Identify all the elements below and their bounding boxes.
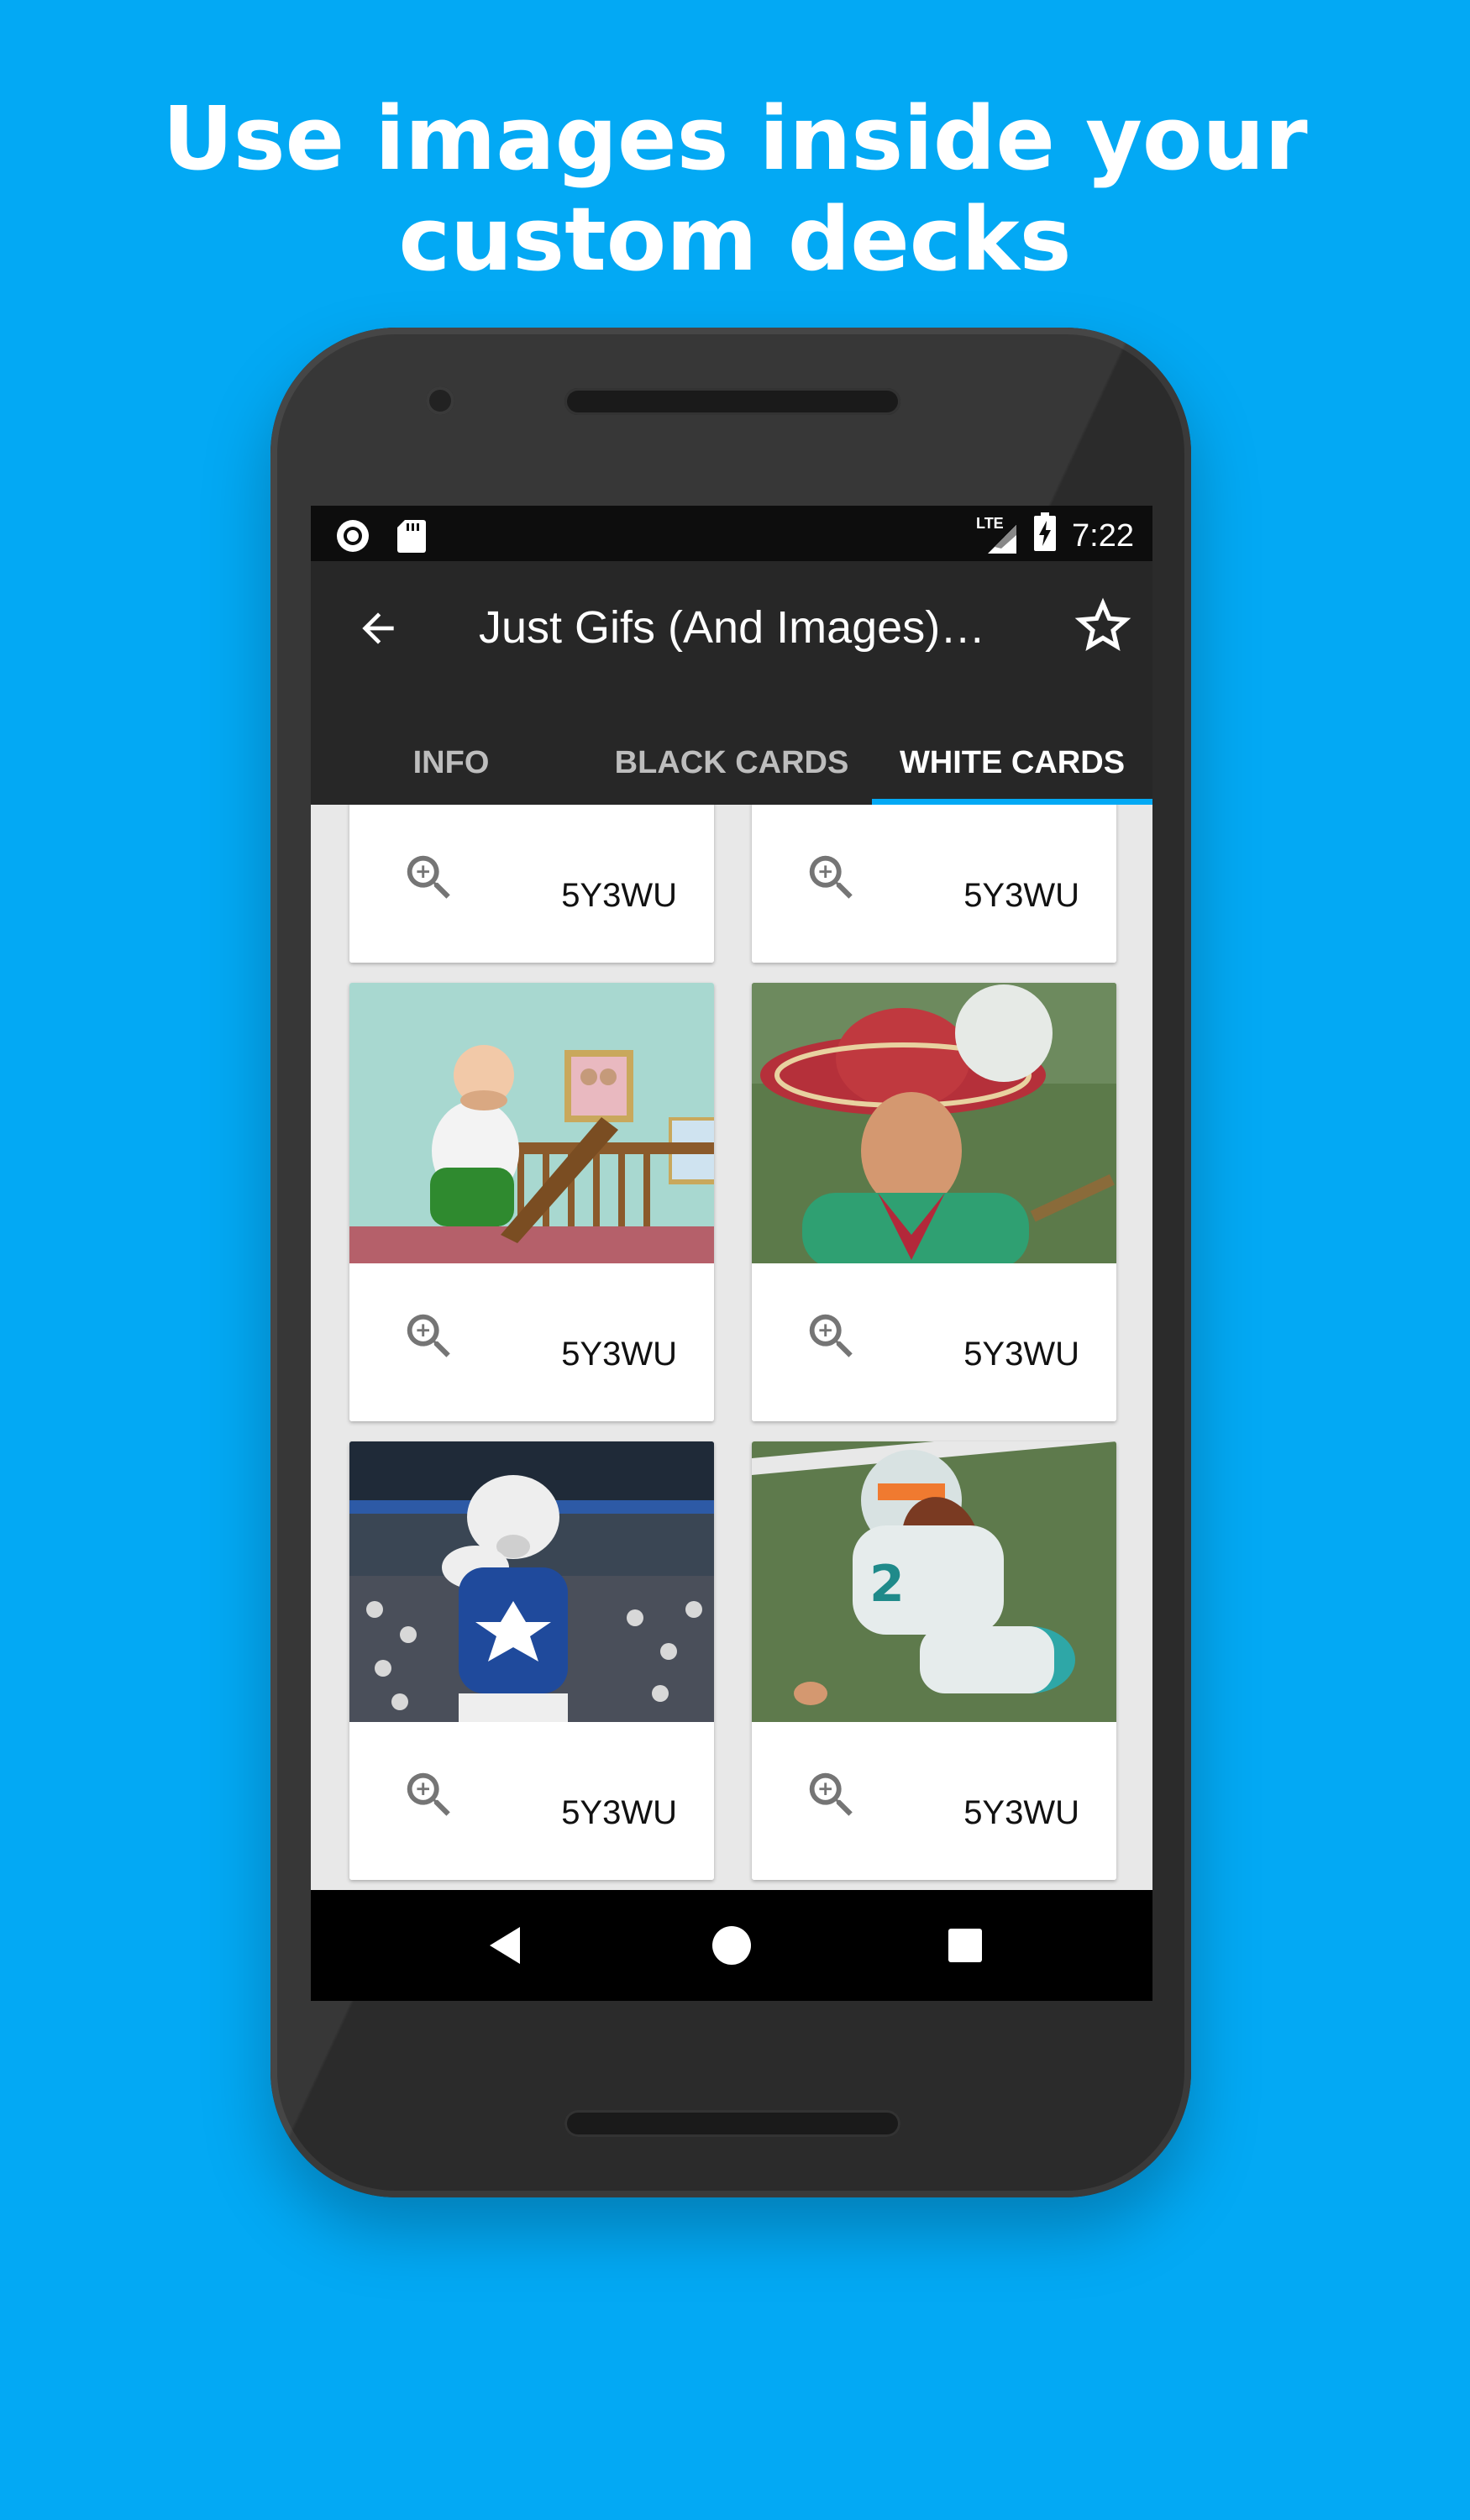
battery-charging-icon: [1033, 512, 1057, 559]
nav-back-button[interactable]: [480, 1920, 530, 1971]
tab-info[interactable]: INFO: [311, 721, 591, 805]
tab-bar: INFO BLACK CARDS WHITE CARDS: [311, 721, 1152, 805]
promo-headline: Use images inside your custom decks: [0, 88, 1470, 290]
zoom-in-icon: [407, 1772, 450, 1816]
zoom-in-icon: [407, 1314, 450, 1357]
card-image-football: 2: [752, 1441, 1116, 1722]
tab-black-cards[interactable]: BLACK CARDS: [591, 721, 872, 805]
zoom-in-icon: [809, 855, 853, 899]
white-card[interactable]: 2 5Y3WU: [752, 1441, 1116, 1880]
white-card[interactable]: 5Y3WU: [752, 983, 1116, 1421]
card-footer: 5Y3WU: [752, 805, 1116, 963]
card-code: 5Y3WU: [963, 877, 1079, 914]
white-card[interactable]: 5Y3WU: [349, 983, 714, 1421]
phone-screen: LTE 7:22 Just Gifs (And Images)… INFO BL…: [311, 506, 1152, 2001]
app-bar: Just Gifs (And Images)… INFO BLACK CARDS…: [311, 561, 1152, 805]
card-image-cartoon: [349, 983, 714, 1263]
status-left-icons: [334, 517, 427, 559]
zoom-in-button[interactable]: [400, 848, 459, 907]
promo-headline-line-2: custom decks: [398, 188, 1072, 291]
card-code: 5Y3WU: [561, 877, 677, 914]
nav-home-icon: [712, 1926, 751, 1965]
status-right-icons: LTE 7:22: [976, 512, 1134, 559]
lte-signal-icon: LTE: [976, 515, 1018, 557]
zoom-in-button[interactable]: [802, 1307, 861, 1366]
zoom-in-button[interactable]: [400, 1766, 459, 1824]
front-camera: [426, 386, 454, 415]
zoom-in-button[interactable]: [400, 1307, 459, 1366]
card-code: 5Y3WU: [963, 1794, 1079, 1831]
back-button[interactable]: [344, 595, 412, 662]
bottom-speaker: [564, 2110, 900, 2137]
deck-title: Just Gifs (And Images)…: [479, 602, 986, 653]
card-footer: 5Y3WU: [349, 1722, 714, 1880]
svg-text:2: 2: [869, 1555, 905, 1614]
zoom-in-button[interactable]: [802, 1766, 861, 1824]
favorite-button[interactable]: [1067, 590, 1139, 662]
nav-home-button[interactable]: [706, 1920, 757, 1971]
phone-frame: LTE 7:22 Just Gifs (And Images)… INFO BL…: [270, 328, 1191, 2197]
card-footer: 5Y3WU: [752, 1263, 1116, 1421]
card-footer: 5Y3WU: [752, 1722, 1116, 1880]
promo-headline-line-1: Use images inside your: [162, 87, 1308, 190]
sd-card-icon: [396, 518, 427, 558]
white-card[interactable]: 5Y3WU: [349, 1441, 714, 1880]
zoom-in-icon: [407, 855, 450, 899]
card-image-mascot: [349, 1441, 714, 1722]
star-outline-icon: [1074, 597, 1131, 651]
record-icon: [334, 517, 371, 559]
top-speaker: [564, 388, 900, 415]
zoom-in-button[interactable]: [802, 848, 861, 907]
card-footer: 5Y3WU: [349, 1263, 714, 1421]
zoom-in-icon: [809, 1772, 853, 1816]
card-code: 5Y3WU: [561, 1336, 677, 1373]
nav-recents-button[interactable]: [940, 1920, 990, 1971]
white-card[interactable]: 5Y3WU: [349, 805, 714, 963]
card-code: 5Y3WU: [561, 1794, 677, 1831]
card-image-sombrero: [752, 983, 1116, 1263]
white-cards-grid[interactable]: 5Y3WU 5Y3WU 5Y3WU 5Y3WU 5Y3WU 2 5Y3WU: [311, 805, 1152, 1890]
card-footer: 5Y3WU: [349, 805, 714, 963]
nav-back-icon: [490, 1927, 520, 1964]
tab-white-cards[interactable]: WHITE CARDS: [872, 721, 1152, 805]
nav-recents-icon: [948, 1929, 982, 1962]
white-card[interactable]: 5Y3WU: [752, 805, 1116, 963]
status-bar: LTE 7:22: [311, 506, 1152, 561]
navigation-bar: [311, 1890, 1152, 2001]
arrow-back-icon: [362, 612, 394, 644]
clock: 7:22: [1072, 517, 1134, 554]
zoom-in-icon: [809, 1314, 853, 1357]
card-code: 5Y3WU: [963, 1336, 1079, 1373]
